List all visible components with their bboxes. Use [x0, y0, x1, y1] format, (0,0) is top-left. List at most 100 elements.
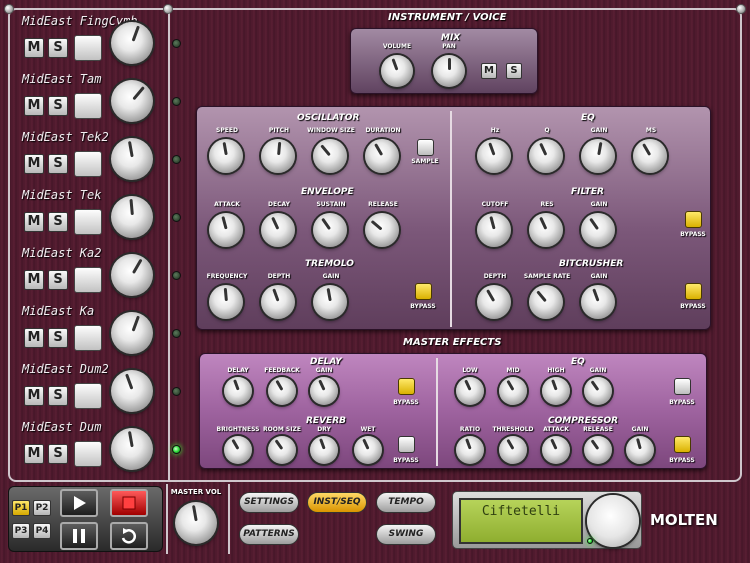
pattern-p2-button[interactable]: P2 [33, 500, 51, 516]
window-size-knob[interactable] [313, 139, 347, 173]
play-button[interactable] [60, 489, 98, 517]
track-volume-knob[interactable] [111, 312, 153, 354]
sample-rate-knob[interactable] [529, 285, 563, 319]
envelope-title: ENVELOPE [301, 187, 354, 197]
track-mute-button[interactable]: M [24, 386, 44, 406]
settings-button[interactable]: SETTINGS [239, 492, 299, 513]
delay-bypass-button[interactable] [398, 378, 415, 395]
track-solo-button[interactable]: S [48, 444, 68, 464]
track-volume-knob[interactable] [111, 138, 153, 180]
pan-knob[interactable] [433, 55, 465, 87]
feedback-knob[interactable] [268, 377, 296, 405]
bit-depth-knob[interactable] [477, 285, 511, 319]
frequency-knob[interactable] [209, 285, 243, 319]
swing-button[interactable]: SWING [376, 524, 436, 545]
delay-gain-knob[interactable] [310, 377, 338, 405]
track-mute-button[interactable]: M [24, 444, 44, 464]
hz-knob[interactable] [477, 139, 511, 173]
track-volume-knob[interactable] [111, 80, 153, 122]
reverb-bypass-button[interactable] [398, 436, 415, 453]
pitch-knob[interactable] [261, 139, 295, 173]
ms-label: MS [645, 127, 657, 134]
stop-button[interactable] [110, 489, 148, 517]
q-knob[interactable] [529, 139, 563, 173]
duration-knob[interactable] [365, 139, 399, 173]
cutoff-knob[interactable] [477, 213, 511, 247]
loop-icon [121, 528, 136, 544]
compressor-bypass-button[interactable] [674, 436, 691, 453]
track-mute-button[interactable]: M [24, 212, 44, 232]
track-solo-button[interactable]: S [48, 96, 68, 116]
bit-gain-knob[interactable] [581, 285, 615, 319]
res-knob[interactable] [529, 213, 563, 247]
speed-knob[interactable] [209, 139, 243, 173]
decay-knob[interactable] [261, 213, 295, 247]
track-select-button[interactable] [74, 93, 102, 119]
volume-knob[interactable] [381, 55, 413, 87]
track-solo-button[interactable]: S [48, 212, 68, 232]
comp-release-knob[interactable] [584, 436, 612, 464]
pattern-p3-button[interactable]: P3 [12, 523, 30, 539]
master-eq-bypass-button[interactable] [674, 378, 691, 395]
mix-mute-button[interactable]: M [481, 63, 497, 79]
track-volume-knob[interactable] [111, 254, 153, 296]
comp-attack-knob[interactable] [542, 436, 570, 464]
release-knob[interactable] [365, 213, 399, 247]
threshold-knob[interactable] [499, 436, 527, 464]
mix-solo-button[interactable]: S [506, 63, 522, 79]
master-eq-gain-knob[interactable] [584, 377, 612, 405]
track-select-button[interactable] [74, 383, 102, 409]
track-solo-button[interactable]: S [48, 386, 68, 406]
low-knob[interactable] [456, 377, 484, 405]
patterns-button[interactable]: PATTERNS [239, 524, 299, 545]
bitcrusher-bypass-button[interactable] [685, 283, 702, 300]
track-select-button[interactable] [74, 35, 102, 61]
high-knob[interactable] [542, 377, 570, 405]
jog-wheel[interactable] [587, 495, 639, 547]
track-solo-button[interactable]: S [48, 270, 68, 290]
delay-knob[interactable] [224, 377, 252, 405]
comp-gain-knob[interactable] [626, 436, 654, 464]
track-select-button[interactable] [74, 441, 102, 467]
tremolo-gain-knob[interactable] [313, 285, 347, 319]
attack-knob[interactable] [209, 213, 243, 247]
track-mute-button[interactable]: M [24, 154, 44, 174]
brightness-knob[interactable] [224, 436, 252, 464]
track-mute-button[interactable]: M [24, 270, 44, 290]
pattern-p4-button[interactable]: P4 [33, 523, 51, 539]
ms-knob[interactable] [633, 139, 667, 173]
speed-label: SPEED [216, 127, 238, 134]
track-solo-button[interactable]: S [48, 154, 68, 174]
track-mute-button[interactable]: M [24, 96, 44, 116]
filter-bypass-button[interactable] [685, 211, 702, 228]
sustain-knob[interactable] [313, 213, 347, 247]
tremolo-depth-knob[interactable] [261, 285, 295, 319]
track-select-button[interactable] [74, 209, 102, 235]
track-select-button[interactable] [74, 325, 102, 351]
pattern-p1-button[interactable]: P1 [12, 500, 30, 516]
room-size-knob[interactable] [268, 436, 296, 464]
track-volume-knob[interactable] [111, 428, 153, 470]
track-volume-knob[interactable] [111, 22, 153, 64]
inst-eq-gain-knob[interactable] [581, 139, 615, 173]
dry-knob[interactable] [310, 436, 338, 464]
pause-button[interactable] [60, 522, 98, 550]
track-volume-knob[interactable] [111, 196, 153, 238]
tremolo-bypass-button[interactable] [415, 283, 432, 300]
track-mute-button[interactable]: M [24, 328, 44, 348]
track-select-button[interactable] [74, 151, 102, 177]
track-mute-button[interactable]: M [24, 38, 44, 58]
track-solo-button[interactable]: S [48, 38, 68, 58]
ratio-knob[interactable] [456, 436, 484, 464]
inst-eq-title: EQ [581, 113, 595, 123]
sample-button[interactable] [417, 139, 434, 156]
mid-knob[interactable] [499, 377, 527, 405]
inst-seq-button[interactable]: INST/SEQ [307, 492, 367, 513]
track-solo-button[interactable]: S [48, 328, 68, 348]
tempo-button[interactable]: TEMPO [376, 492, 436, 513]
master-vol-knob[interactable] [175, 502, 217, 544]
filter-gain-knob[interactable] [581, 213, 615, 247]
track-select-button[interactable] [74, 267, 102, 293]
track-volume-knob[interactable] [111, 370, 153, 412]
loop-button[interactable] [110, 522, 148, 550]
